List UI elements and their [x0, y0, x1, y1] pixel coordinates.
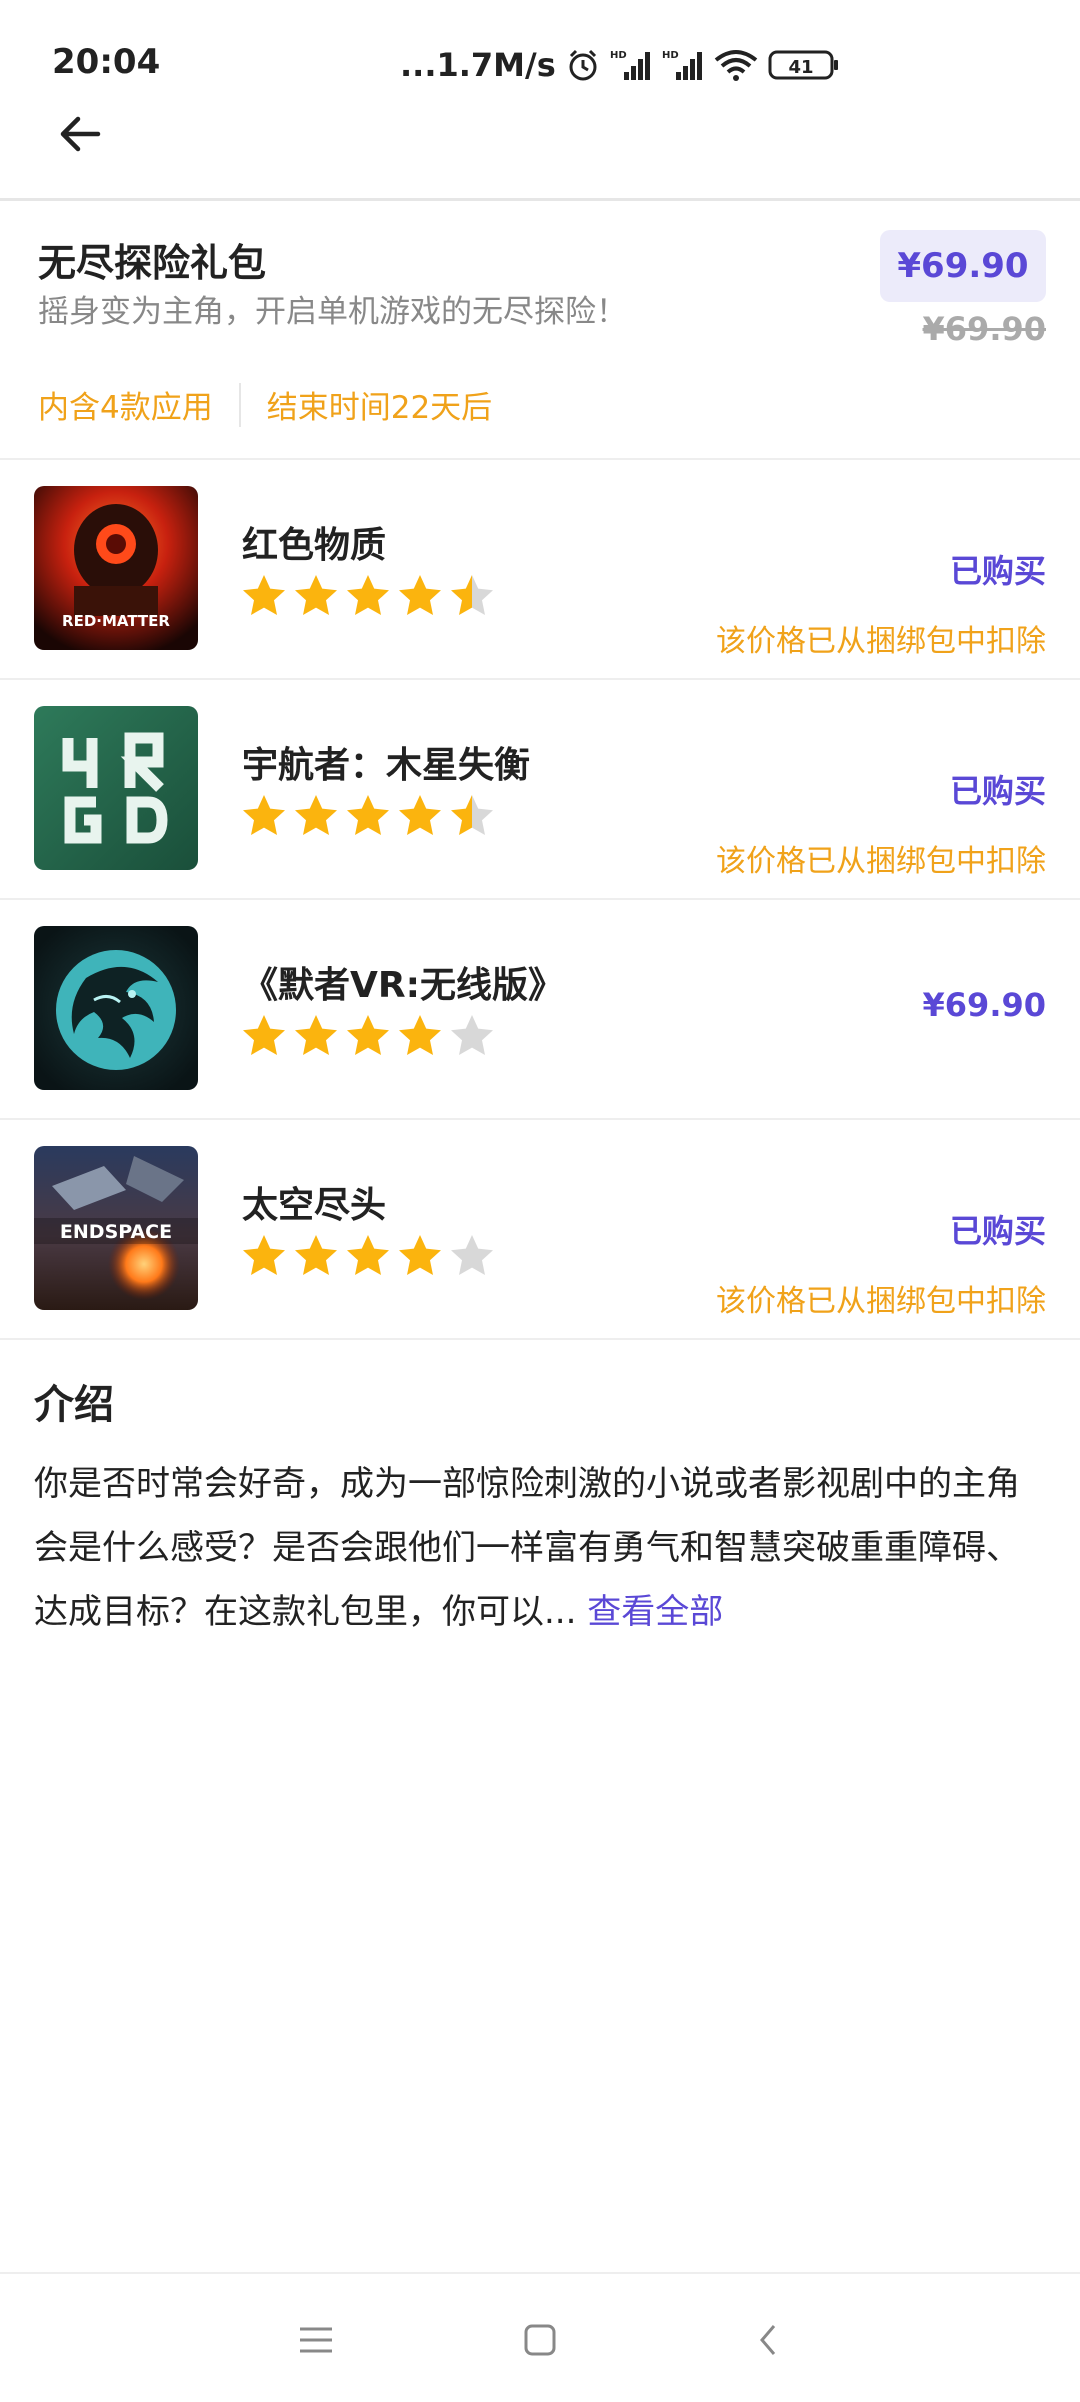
chevron-left-icon [756, 2322, 780, 2362]
star-filled-icon [396, 1232, 444, 1280]
purchased-label: 已购买 [949, 772, 1046, 810]
back-button[interactable] [48, 104, 112, 168]
menu-icon [298, 2325, 334, 2359]
svg-text:HD: HD [610, 50, 627, 61]
star-empty-icon [448, 1232, 496, 1280]
app-list: RED·MATTER 红色物质 已购买 该价格已从捆绑包中扣除 宇航者：木星失衡… [0, 460, 1080, 1340]
status-icons: ...1.7M/s HD HD 41 [400, 40, 840, 90]
intro-body: 你是否时常会好奇，成为一部惊险刺激的小说或者影视剧中的主角会是什么感受？是否会跟… [34, 1464, 1020, 1632]
end-space-logo-text: ENDSPACE [60, 1221, 172, 1243]
star-empty-icon [448, 1012, 496, 1060]
star-filled-icon [292, 572, 340, 620]
end-space-icon: ENDSPACE [34, 1146, 198, 1310]
bundle-price-button[interactable]: ¥69.90 [880, 230, 1046, 302]
bundle-meta: 内含4款应用 结束时间22天后 [38, 382, 492, 427]
star-filled-icon [344, 1232, 392, 1280]
list-item[interactable]: ENDSPACE 太空尽头 已购买 该价格已从捆绑包中扣除 [0, 1120, 1080, 1340]
menu-button[interactable] [286, 2312, 346, 2372]
original-price: ¥69.90 [922, 310, 1046, 348]
view-all-link[interactable]: 查看全部 [587, 1592, 723, 1632]
bundle-subtitle: 摇身变为主角，开启单机游戏的无尽探险！ [38, 294, 627, 330]
wifi-icon [714, 48, 758, 82]
rating-stars [240, 792, 496, 840]
battery-icon: 41 [768, 48, 840, 82]
star-filled-icon [292, 1012, 340, 1060]
intro-title: 介绍 [34, 1382, 114, 1428]
list-item[interactable]: 宇航者：木星失衡 已购买 该价格已从捆绑包中扣除 [0, 680, 1080, 900]
app-name: 宇航者：木星失衡 [242, 745, 531, 786]
star-filled-icon [292, 1232, 340, 1280]
deduct-note: 该价格已从捆绑包中扣除 [716, 1284, 1046, 1319]
alarm-icon [566, 48, 600, 82]
red-matter-icon: RED·MATTER [34, 486, 198, 650]
dragon-icon [34, 926, 198, 1090]
meta-divider [238, 382, 241, 427]
star-filled-icon [396, 1012, 444, 1060]
list-item[interactable]: 《默者VR:无线版》 ¥69.90 [0, 900, 1080, 1120]
app-name: 红色物质 [242, 525, 387, 566]
star-filled-icon [240, 572, 288, 620]
system-nav-bar [0, 2272, 1080, 2402]
app-bar [0, 100, 1080, 201]
arrow-left-icon [56, 110, 104, 162]
bundle-header: 无尽探险礼包 摇身变为主角，开启单机游戏的无尽探险！ ¥69.90 ¥69.90… [0, 200, 1080, 460]
signal-icon-2: HD [662, 48, 704, 82]
rating-stars [240, 1012, 496, 1060]
star-filled-icon [344, 1012, 392, 1060]
star-half-icon [448, 792, 496, 840]
star-filled-icon [240, 792, 288, 840]
purchased-label: 已购买 [949, 1212, 1046, 1250]
rating-stars [240, 1232, 496, 1280]
app-name: 《默者VR:无线版》 [242, 965, 564, 1006]
list-item[interactable]: RED·MATTER 红色物质 已购买 该价格已从捆绑包中扣除 [0, 460, 1080, 680]
star-filled-icon [240, 1012, 288, 1060]
app-name: 太空尽头 [242, 1185, 387, 1226]
back-nav-button[interactable] [738, 2312, 798, 2372]
deduct-note: 该价格已从捆绑包中扣除 [716, 844, 1046, 879]
signal-icon: HD [610, 48, 652, 82]
intro-text: 你是否时常会好奇，成为一部惊险刺激的小说或者影视剧中的主角会是什么感受？是否会跟… [34, 1452, 1046, 1644]
red-matter-logo-text: RED·MATTER [62, 612, 170, 630]
status-bar: 20:04 ...1.7M/s HD HD 41 [0, 0, 1080, 100]
star-filled-icon [240, 1232, 288, 1280]
star-filled-icon [396, 572, 444, 620]
star-filled-icon [396, 792, 444, 840]
rating-stars [240, 572, 496, 620]
battery-level: 41 [788, 57, 813, 78]
end-time: 结束时间22天后 [266, 390, 493, 426]
network-speed: ...1.7M/s [400, 46, 556, 84]
home-button[interactable] [510, 2312, 570, 2372]
home-square-icon [523, 2323, 557, 2361]
star-filled-icon [344, 572, 392, 620]
deduct-note: 该价格已从捆绑包中扣除 [716, 624, 1046, 659]
star-half-icon [448, 572, 496, 620]
purchased-label: 已购买 [949, 552, 1046, 590]
status-time: 20:04 [52, 42, 161, 82]
star-filled-icon [344, 792, 392, 840]
star-filled-icon [292, 792, 340, 840]
vrgd-icon [34, 706, 198, 870]
svg-text:HD: HD [662, 50, 679, 61]
intro-section: 介绍 你是否时常会好奇，成为一部惊险刺激的小说或者影视剧中的主角会是什么感受？是… [34, 1372, 1046, 1644]
app-price[interactable]: ¥69.90 [923, 986, 1046, 1024]
app-count: 内含4款应用 [38, 390, 213, 426]
bundle-title: 无尽探险礼包 [38, 241, 267, 285]
